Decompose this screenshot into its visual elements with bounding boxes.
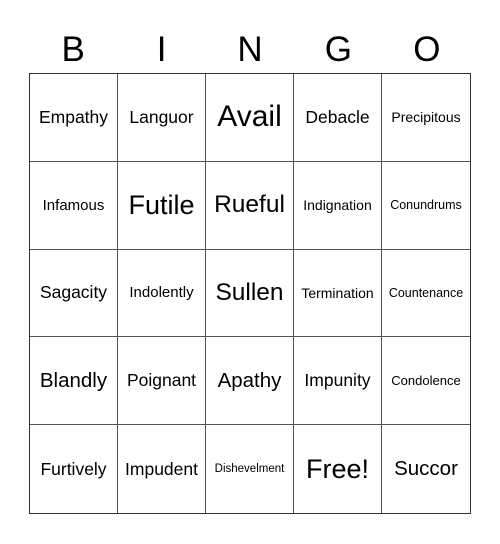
- header-letter-g: G: [324, 30, 353, 69]
- free-space-cell[interactable]: Free!: [294, 425, 382, 513]
- bingo-cell[interactable]: Countenance: [382, 250, 470, 338]
- bingo-cell[interactable]: Indignation: [294, 161, 382, 250]
- bingo-cell[interactable]: Apathy: [206, 337, 294, 426]
- bingo-cell[interactable]: Debacle: [294, 74, 382, 162]
- header-letter-n: N: [237, 30, 263, 69]
- bingo-cell[interactable]: Indolently: [118, 249, 206, 338]
- bingo-cell[interactable]: Impunity: [294, 337, 382, 426]
- bingo-cell[interactable]: Infamous: [30, 161, 118, 250]
- bingo-cell[interactable]: Languor: [118, 74, 206, 162]
- header-letter-b: B: [61, 30, 85, 69]
- bingo-cell[interactable]: Sullen: [206, 249, 294, 338]
- bingo-cell[interactable]: Empathy: [30, 74, 118, 162]
- bingo-cell[interactable]: Succor: [382, 425, 470, 513]
- bingo-cell[interactable]: Rueful: [206, 161, 294, 250]
- bingo-cell[interactable]: Precipitous: [382, 74, 470, 162]
- bingo-cell[interactable]: Poignant: [118, 337, 206, 426]
- bingo-cell[interactable]: Futile: [118, 161, 206, 250]
- bingo-cell[interactable]: Avail: [206, 74, 294, 162]
- header-letter-i: I: [156, 30, 167, 69]
- header-letter-o: O: [413, 30, 441, 69]
- bingo-cell[interactable]: Sagacity: [30, 249, 118, 338]
- bingo-cell[interactable]: Conundrums: [382, 162, 470, 250]
- bingo-cell[interactable]: Condolence: [382, 337, 470, 426]
- bingo-card-grid: Empathy Languor Avail Debacle Precipitou…: [29, 73, 471, 514]
- bingo-cell[interactable]: Furtively: [30, 425, 118, 513]
- bingo-cell[interactable]: Impudent: [118, 425, 206, 513]
- bingo-cell[interactable]: Dishevelment: [206, 425, 294, 513]
- bingo-header: B I N G O: [29, 28, 471, 72]
- bingo-cell[interactable]: Termination: [294, 249, 382, 338]
- bingo-cell[interactable]: Blandly: [30, 337, 118, 426]
